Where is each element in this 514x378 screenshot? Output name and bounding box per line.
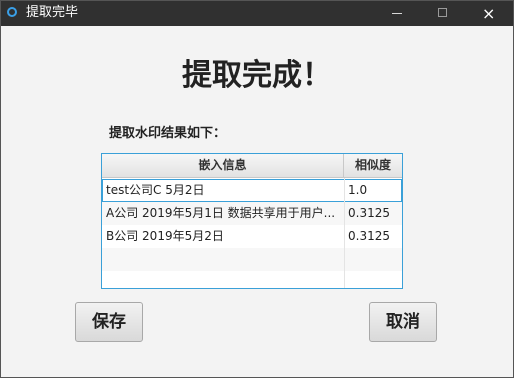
- result-table[interactable]: 嵌入信息 相似度 test公司C 5月2日 1.0 A公司 2019年5月1日 …: [101, 153, 403, 289]
- table-header: 嵌入信息 相似度: [102, 154, 402, 178]
- cell-similarity: 0.3125: [348, 206, 390, 220]
- title-bar[interactable]: 提取完毕 ×: [1, 1, 513, 26]
- table-row-empty: [102, 271, 402, 288]
- table-row[interactable]: A公司 2019年5月1日 数据共享用于用户... 0.3125: [102, 202, 402, 225]
- cell-similarity: 0.3125: [348, 229, 390, 243]
- column-header-similarity[interactable]: 相似度: [344, 154, 402, 177]
- table-row-empty: [102, 248, 402, 271]
- cell-info: A公司 2019年5月1日 数据共享用于用户...: [106, 206, 336, 220]
- table-row[interactable]: test公司C 5月2日 1.0: [102, 179, 402, 202]
- minimize-button[interactable]: [374, 1, 420, 26]
- close-icon: ×: [482, 4, 496, 23]
- cancel-button[interactable]: 取消: [369, 302, 437, 342]
- cell-info: B公司 2019年5月2日: [106, 229, 224, 243]
- dialog-content: 提取完成！ 提取水印结果如下： 嵌入信息 相似度 test公司C 5月2日 1.…: [1, 26, 513, 377]
- maximize-button[interactable]: [420, 1, 466, 26]
- minimize-icon: [392, 13, 402, 14]
- result-label: 提取水印结果如下：: [109, 126, 227, 141]
- close-button[interactable]: ×: [466, 1, 512, 26]
- table-row[interactable]: B公司 2019年5月2日 0.3125: [102, 225, 402, 248]
- page-title: 提取完成！: [182, 58, 332, 93]
- maximize-icon: [438, 8, 447, 17]
- cell-info: test公司C 5月2日: [106, 183, 205, 197]
- app-icon: [7, 7, 17, 17]
- window: 提取完毕 × 提取完成！ 提取水印结果如下： 嵌入信息 相似度 test公司C …: [0, 0, 514, 378]
- save-button[interactable]: 保存: [75, 302, 143, 342]
- column-header-info[interactable]: 嵌入信息: [102, 154, 344, 177]
- cell-similarity: 1.0: [348, 183, 368, 197]
- window-title: 提取完毕: [26, 5, 79, 20]
- column-divider: [344, 178, 345, 288]
